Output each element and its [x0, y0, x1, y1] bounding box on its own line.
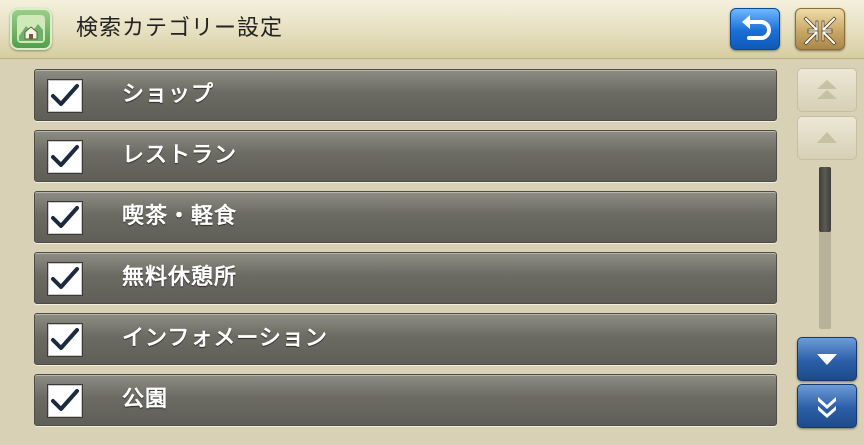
list-item[interactable]: レストラン [34, 130, 777, 182]
list-item[interactable]: 喫茶・軽食 [34, 191, 777, 243]
list-item[interactable]: ショップ [34, 69, 777, 121]
shrink-arrows-icon [803, 16, 837, 46]
map-home-icon [10, 8, 52, 50]
triangle-down-icon [817, 354, 837, 365]
list-item[interactable]: インフォメーション [34, 313, 777, 365]
list-item-label: レストラン [122, 143, 238, 168]
collapse-button[interactable] [795, 8, 845, 50]
checkbox[interactable] [47, 201, 83, 235]
check-icon [51, 84, 79, 106]
scrollbar-track[interactable] [819, 167, 831, 329]
scroll-panel [790, 58, 864, 445]
check-icon [51, 206, 79, 228]
list-item[interactable]: 公園 [34, 374, 777, 426]
checkbox[interactable] [47, 140, 83, 174]
title-bar: 検索カテゴリー設定 [0, 0, 864, 59]
return-arrow-icon [742, 15, 771, 40]
double-chevron-down-icon [818, 397, 836, 418]
check-icon [51, 145, 79, 167]
list-item-label: 公園 [122, 387, 169, 412]
check-icon [51, 328, 79, 350]
page-down-button[interactable] [797, 384, 857, 428]
list-item-label: インフォメーション [122, 326, 328, 351]
page-title: 検索カテゴリー設定 [76, 16, 284, 41]
line-down-button[interactable] [797, 337, 857, 381]
check-icon [51, 389, 79, 411]
list-item-label: 無料休憩所 [122, 265, 238, 290]
checkbox[interactable] [47, 79, 83, 113]
line-up-button[interactable] [797, 116, 857, 160]
list-item-label: ショップ [122, 82, 215, 107]
check-icon [51, 267, 79, 289]
checkbox[interactable] [47, 262, 83, 296]
page-up-button[interactable] [797, 68, 857, 112]
triangle-up-icon [817, 132, 837, 143]
back-button[interactable] [730, 8, 780, 50]
category-list: ショップ レストラン 喫茶・軽食 無料休憩所 インフォメーション 公園 [0, 58, 790, 445]
checkbox[interactable] [47, 384, 83, 418]
list-item-label: 喫茶・軽食 [122, 204, 238, 229]
scrollbar-thumb[interactable] [819, 167, 831, 232]
checkbox[interactable] [47, 323, 83, 357]
list-item[interactable]: 無料休憩所 [34, 252, 777, 304]
double-chevron-up-icon [817, 80, 837, 99]
